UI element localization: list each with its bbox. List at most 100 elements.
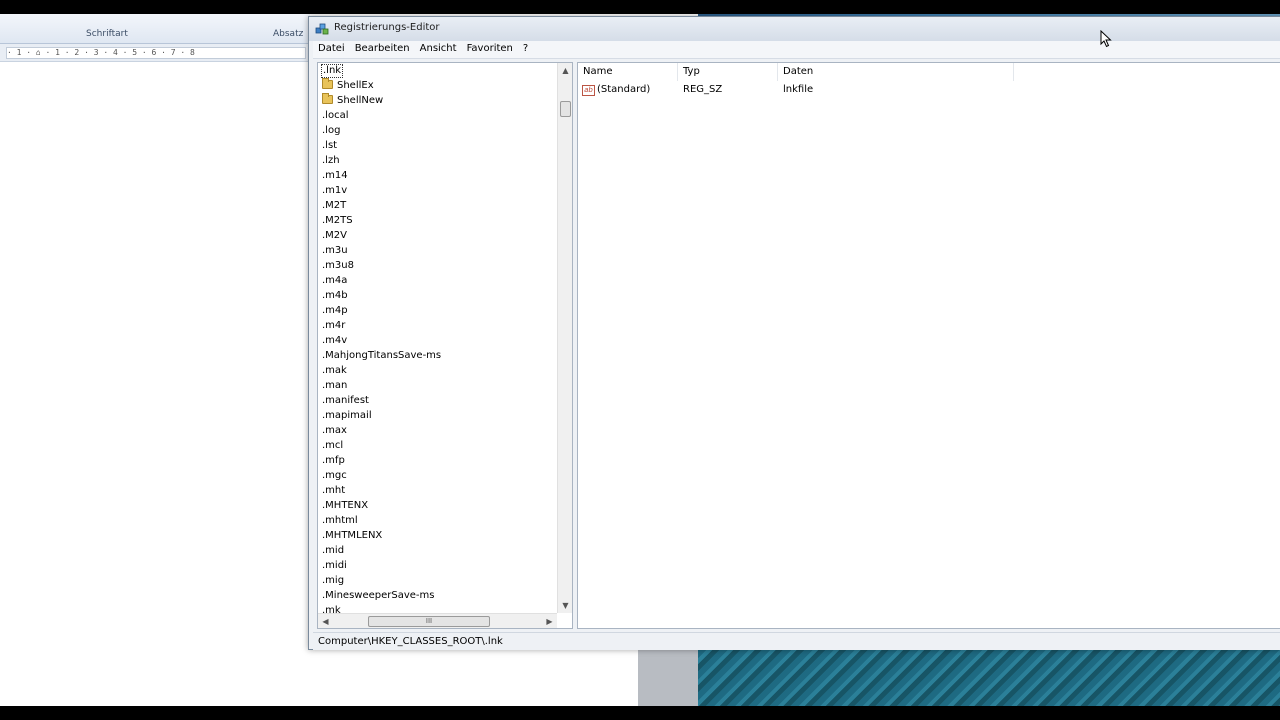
tree-item[interactable]: .m3u [318, 243, 557, 258]
tree-item-label: .mht [322, 485, 346, 496]
scroll-thumb[interactable] [560, 101, 571, 117]
background-window-edge [638, 650, 698, 706]
scroll-down-arrow-icon[interactable]: ▼ [558, 598, 572, 613]
tree-item[interactable]: .mak [318, 363, 557, 378]
tree-item[interactable]: .lnk [318, 63, 557, 78]
tree-item[interactable]: .MahjongTitansSave-ms [318, 348, 557, 363]
tree-item[interactable]: .M2TS [318, 213, 557, 228]
tree-item-label: ShellEx [337, 80, 374, 91]
tree-item[interactable]: .mgc [318, 468, 557, 483]
tree-item-label: .M2T [322, 200, 347, 211]
tree-item-folder[interactable]: ShellEx [318, 78, 557, 93]
value-name-cell: ab (Standard) [582, 82, 650, 98]
tree-item-folder[interactable]: ShellNew [318, 93, 557, 108]
tree-item[interactable]: .M2V [318, 228, 557, 243]
document-page[interactable] [0, 62, 310, 706]
column-header-name[interactable]: Name [578, 63, 678, 81]
tree-item[interactable]: .mid [318, 543, 557, 558]
ruler-scale: · 1 · ⌂ · 1 · 2 · 3 · 4 · 5 · 6 · 7 · 8 [6, 47, 306, 59]
tree-item-label: .mhtml [322, 515, 358, 526]
screen: Schriftart Absatz · 1 · ⌂ · 1 · 2 · 3 · … [0, 14, 1280, 706]
tree-horizontal-scrollbar[interactable]: ◀ III ▶ [318, 613, 557, 628]
tree-item[interactable]: .MinesweeperSave-ms [318, 588, 557, 603]
tree-item[interactable]: .mhtml [318, 513, 557, 528]
tree-item-label: .mig [322, 575, 345, 586]
scroll-up-arrow-icon[interactable]: ▲ [558, 63, 572, 78]
tree-item[interactable]: .mig [318, 573, 557, 588]
menu-view[interactable]: Ansicht [415, 41, 462, 57]
tree-item[interactable]: .mapimail [318, 408, 557, 423]
tree-item-label: .lst [322, 140, 338, 151]
ruler: · 1 · ⌂ · 1 · 2 · 3 · 4 · 5 · 6 · 7 · 8 [0, 44, 310, 62]
tree-item[interactable]: .MHTENX [318, 498, 557, 513]
background-word-window: Schriftart Absatz · 1 · ⌂ · 1 · 2 · 3 · … [0, 14, 310, 706]
menu-edit[interactable]: Bearbeiten [350, 41, 415, 57]
tree-item[interactable]: .mk [318, 603, 557, 613]
tree-item[interactable]: .m1v [318, 183, 557, 198]
folder-icon [322, 78, 333, 89]
tree-item-label: .m4p [322, 305, 348, 316]
folder-icon [322, 93, 333, 104]
tree-item-label: .MahjongTitansSave-ms [322, 350, 442, 361]
tree-item-label: .m14 [322, 170, 348, 181]
tree-item-label: .MinesweeperSave-ms [322, 590, 435, 601]
tree-item[interactable]: .m14 [318, 168, 557, 183]
tree-item-label: .lnk [321, 64, 344, 78]
tree-item-label: .mid [322, 545, 345, 556]
key-tree: .lnk ShellEx ShellNew .local .log .lst .lzh .m1… [318, 63, 557, 613]
tree-item[interactable]: .mht [318, 483, 557, 498]
tree-item-label: .M2TS [322, 215, 353, 226]
tree-item-label: .M2V [322, 230, 348, 241]
menu-bar: Datei Bearbeiten Ansicht Favoriten? [313, 41, 1280, 59]
tree-item[interactable]: .m4r [318, 318, 557, 333]
tree-item-label: .m1v [322, 185, 348, 196]
tree-item[interactable]: .local [318, 108, 557, 123]
tree-item[interactable]: .m4b [318, 288, 557, 303]
tree-item[interactable]: .m4v [318, 333, 557, 348]
value-type: REG_SZ [683, 84, 723, 95]
mouse-cursor-icon [1100, 30, 1112, 48]
tree-item-label: .MHTENX [322, 500, 369, 511]
tree-item-label: .mgc [322, 470, 347, 481]
tree-item[interactable]: .M2T [318, 198, 557, 213]
menu-help[interactable]: ? [518, 41, 533, 57]
ribbon-group-paragraph: Absatz [273, 29, 304, 39]
tree-item-label: .man [322, 380, 348, 391]
menu-file[interactable]: Datei [313, 41, 350, 57]
tree-item[interactable]: .log [318, 123, 557, 138]
tree-item[interactable]: .lst [318, 138, 557, 153]
title-bar[interactable]: Registrierungs-Editor [309, 17, 1280, 41]
status-bar: Computer\HKEY_CLASSES_ROOT\.lnk [313, 632, 1280, 650]
tree-item[interactable]: .manifest [318, 393, 557, 408]
tree-item[interactable]: .m4p [318, 303, 557, 318]
desktop-background-bottom [698, 650, 1280, 706]
tree-item-label: .m3u [322, 245, 348, 256]
tree-item-label: .m4v [322, 335, 348, 346]
tree-item-label: .lzh [322, 155, 340, 166]
column-header-data[interactable]: Daten [778, 63, 1014, 81]
tree-vertical-scrollbar[interactable]: ▲ ▼ [557, 63, 572, 613]
tree-item-label: .midi [322, 560, 347, 571]
values-pane: Name Typ Daten ab (Standard) REG_SZ lnkfi… [577, 62, 1280, 629]
h-scroll-thumb[interactable]: III [368, 616, 490, 627]
tree-item-label: .mak [322, 365, 347, 376]
tree-item[interactable]: .mcl [318, 438, 557, 453]
tree-item[interactable]: .max [318, 423, 557, 438]
scroll-left-arrow-icon[interactable]: ◀ [318, 614, 333, 628]
menu-favorites[interactable]: Favoriten [462, 41, 518, 57]
tree-item[interactable]: .m3u8 [318, 258, 557, 273]
value-row[interactable]: ab (Standard) REG_SZ lnkfile [578, 82, 1280, 98]
tree-item[interactable]: .midi [318, 558, 557, 573]
tree-item-label: .m4r [322, 320, 346, 331]
tree-item[interactable]: .man [318, 378, 557, 393]
tree-item-label: .m4a [322, 275, 348, 286]
column-header-type[interactable]: Typ [678, 63, 778, 81]
tree-item[interactable]: .mfp [318, 453, 557, 468]
scroll-right-arrow-icon[interactable]: ▶ [542, 614, 557, 628]
tree-item[interactable]: .lzh [318, 153, 557, 168]
registry-editor-icon [315, 23, 329, 35]
tree-item-label: .m4b [322, 290, 348, 301]
tree-item[interactable]: .MHTMLENX [318, 528, 557, 543]
tree-item-label: .m3u8 [322, 260, 354, 271]
tree-item[interactable]: .m4a [318, 273, 557, 288]
